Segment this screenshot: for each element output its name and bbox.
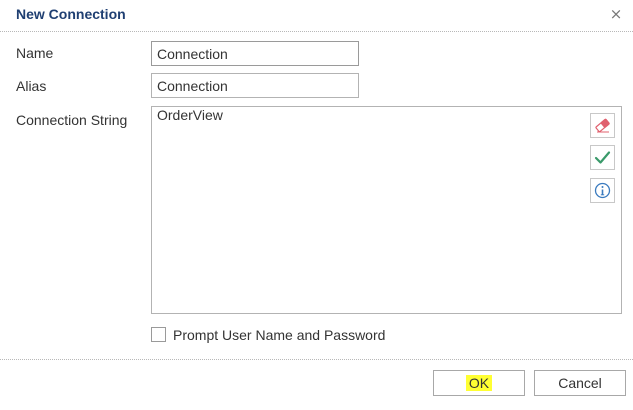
prompt-credentials-checkbox[interactable] bbox=[151, 327, 166, 342]
clear-button[interactable] bbox=[590, 113, 615, 138]
checkmark-icon bbox=[594, 151, 611, 164]
info-icon bbox=[594, 182, 611, 199]
close-icon[interactable]: × bbox=[607, 5, 625, 23]
alias-label: Alias bbox=[16, 78, 47, 94]
ok-button-label: OK bbox=[465, 375, 493, 391]
name-input[interactable] bbox=[151, 41, 359, 66]
info-button[interactable] bbox=[590, 178, 615, 203]
new-connection-dialog: New Connection × Name Alias Connection S… bbox=[0, 0, 633, 410]
prompt-credentials-label[interactable]: Prompt User Name and Password bbox=[173, 327, 385, 343]
ok-button[interactable]: OK bbox=[433, 370, 525, 396]
name-label: Name bbox=[16, 45, 54, 61]
footer-divider bbox=[0, 359, 633, 360]
connection-string-area: OrderView bbox=[151, 106, 622, 314]
validate-button[interactable] bbox=[590, 145, 615, 170]
eraser-icon bbox=[595, 118, 610, 133]
cancel-button[interactable]: Cancel bbox=[534, 370, 626, 396]
alias-input[interactable] bbox=[151, 73, 359, 98]
connection-string-input[interactable]: OrderView bbox=[157, 107, 577, 307]
connection-string-label: Connection String bbox=[16, 112, 128, 128]
dialog-title-bar: New Connection × bbox=[0, 0, 633, 32]
dialog-title: New Connection bbox=[16, 6, 126, 22]
